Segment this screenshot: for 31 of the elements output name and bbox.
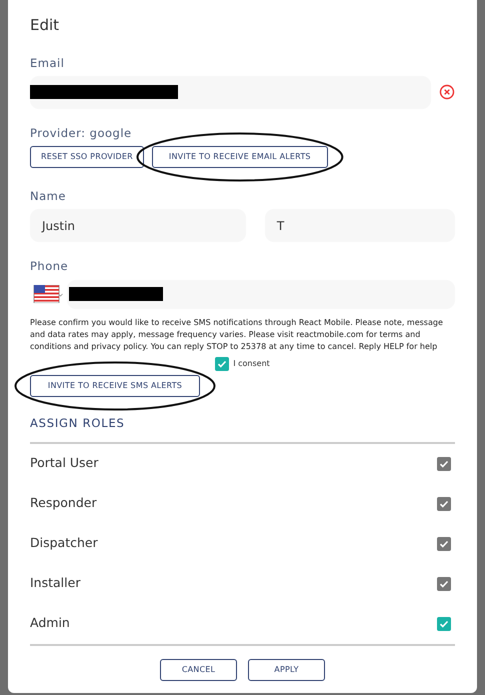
checkmark-icon xyxy=(439,458,449,469)
last-name-field[interactable]: T xyxy=(264,209,456,242)
consent-label: I consent xyxy=(233,358,270,370)
footer-button[interactable]: CANCEL xyxy=(160,658,237,681)
checkbox[interactable] xyxy=(215,356,230,370)
field-label: Phone xyxy=(30,258,70,276)
checkbox[interactable] xyxy=(437,616,451,631)
role-label: Admin xyxy=(30,614,70,632)
email-field[interactable] xyxy=(30,76,431,109)
provider-button[interactable]: INVITE TO RECEIVE EMAIL ALERTS xyxy=(152,146,328,168)
checkmark-icon xyxy=(439,538,449,549)
checkmark-icon xyxy=(439,578,449,589)
provider-button[interactable]: RESET SSO PROVIDER xyxy=(30,146,144,168)
clear-icon[interactable] xyxy=(439,84,455,100)
field-label: Name xyxy=(30,188,67,205)
checkmark-icon xyxy=(439,498,449,509)
role-label: Portal User xyxy=(30,454,98,472)
first-name-field[interactable]: Justin xyxy=(30,209,246,242)
provider-label: Provider: google xyxy=(30,124,133,142)
sms-invite-button[interactable]: INVITE TO RECEIVE SMS ALERTS xyxy=(30,374,200,396)
checkmark-icon xyxy=(439,618,449,629)
consent-notice: Please confirm you would like to receive SMS notifications through React Mobile. Please note, message and data rates may apply, message frequency varies. Please visit reactmobile.com for terms and conditions and privacy policy. You can reply STOP to 25378 at any time to cancel. Reply HELP for help xyxy=(30,316,444,352)
role-label: Dispatcher xyxy=(30,534,98,552)
section-heading: ASSIGN ROLES xyxy=(30,414,455,444)
field-label: Email xyxy=(30,54,66,72)
role-label: Responder xyxy=(30,494,97,512)
role-label: Installer xyxy=(30,574,80,592)
checkmark-icon xyxy=(217,358,228,368)
phone-field[interactable] xyxy=(67,280,455,308)
footer-button[interactable]: APPLY xyxy=(248,658,325,681)
dialog-title: Edit xyxy=(30,15,60,36)
